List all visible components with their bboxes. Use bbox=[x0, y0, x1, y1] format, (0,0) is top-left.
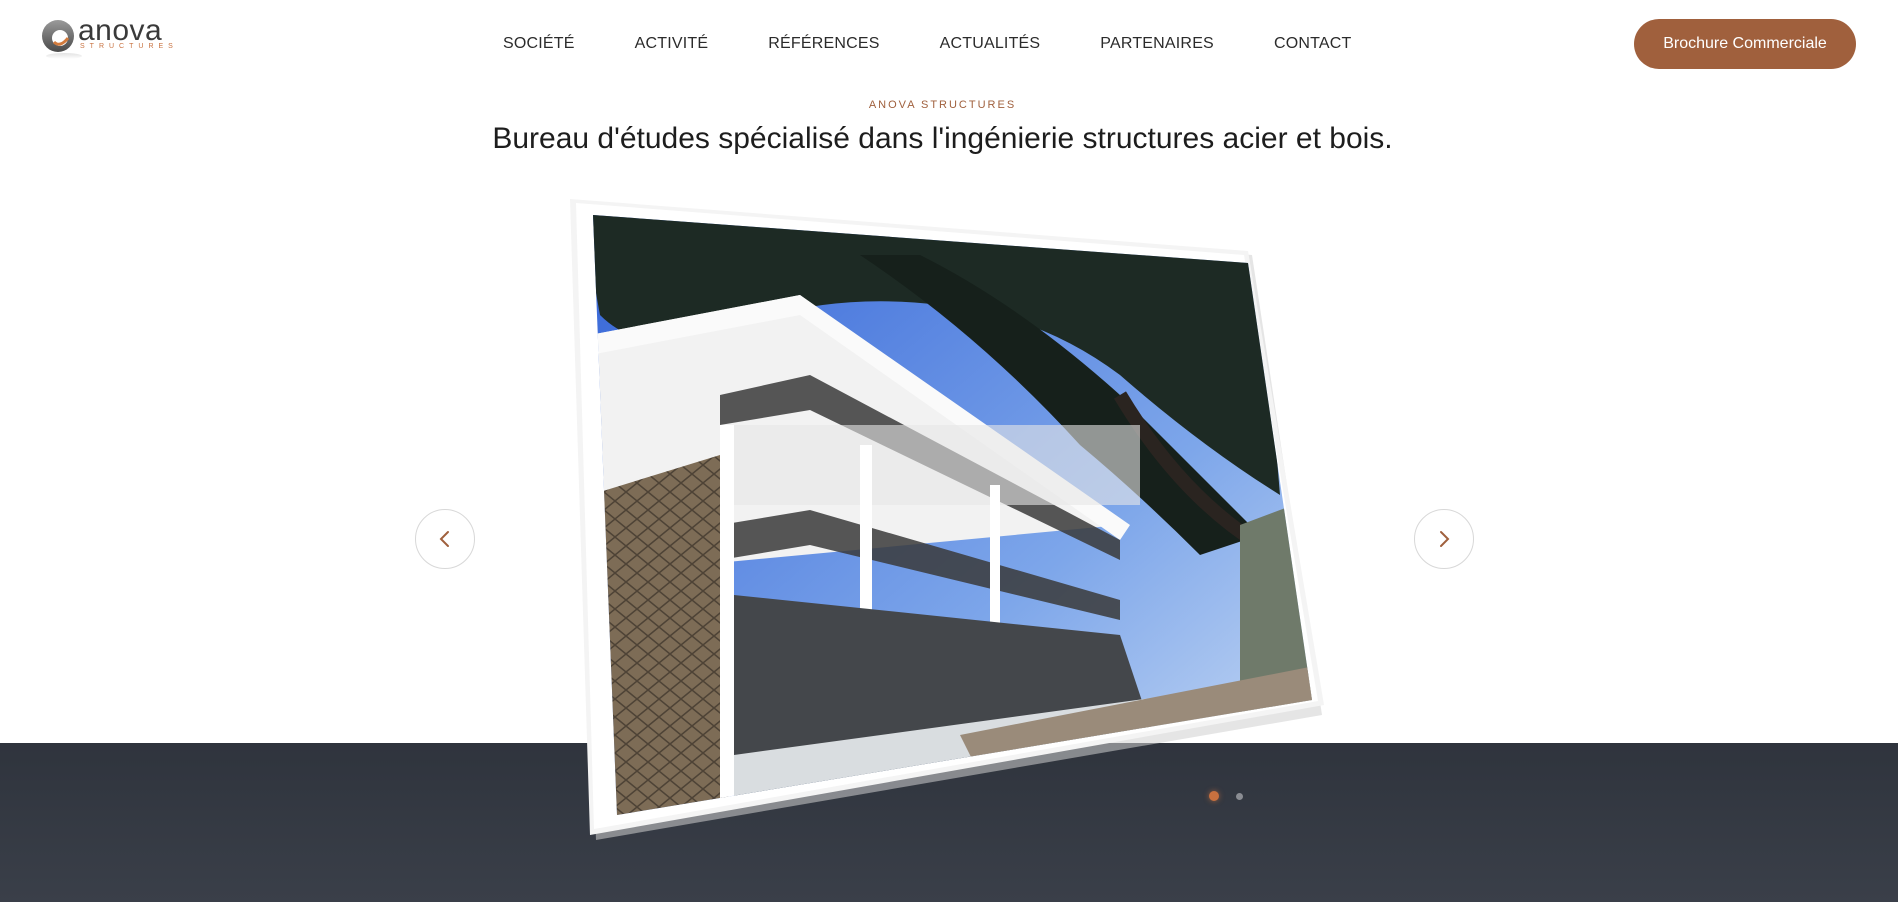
slider-pagination bbox=[1209, 791, 1260, 801]
logo-tagline: STRUCTURES bbox=[80, 43, 178, 50]
chevron-right-icon bbox=[1440, 531, 1450, 547]
nav-item-contact[interactable]: CONTACT bbox=[1274, 35, 1352, 53]
hero-headline: Bureau d'études spécialisé dans l'ingéni… bbox=[492, 122, 1393, 155]
main-nav: SOCIÉTÉ ACTIVITÉ RÉFÉRENCES ACTUALITÉS P… bbox=[480, 30, 1351, 58]
brochure-button[interactable]: Brochure Commerciale bbox=[1634, 19, 1856, 69]
hero-eyebrow: ANOVA STRUCTURES bbox=[868, 99, 1017, 111]
nav-item-references[interactable]: RÉFÉRENCES bbox=[768, 35, 879, 53]
slider-dot-1[interactable] bbox=[1209, 791, 1219, 801]
nav-item-actualites[interactable]: ACTUALITÉS bbox=[940, 35, 1041, 53]
slide-image bbox=[570, 199, 1324, 840]
slider-next-button[interactable] bbox=[1414, 509, 1474, 569]
slider-dot-2[interactable] bbox=[1236, 792, 1243, 800]
slider-prev-button[interactable] bbox=[415, 509, 475, 569]
nav-item-partenaires[interactable]: PARTENAIRES bbox=[1100, 35, 1214, 53]
slide-image-card bbox=[560, 195, 1340, 845]
nav-item-societe[interactable]: SOCIÉTÉ bbox=[503, 35, 575, 53]
logo[interactable]: anova STRUCTURES bbox=[40, 14, 190, 62]
nav-item-activite[interactable]: ACTIVITÉ bbox=[635, 35, 709, 53]
chevron-left-icon bbox=[439, 531, 449, 547]
site-header: anova STRUCTURES SOCIÉTÉ ACTIVITÉ RÉFÉRE… bbox=[0, 0, 1898, 90]
